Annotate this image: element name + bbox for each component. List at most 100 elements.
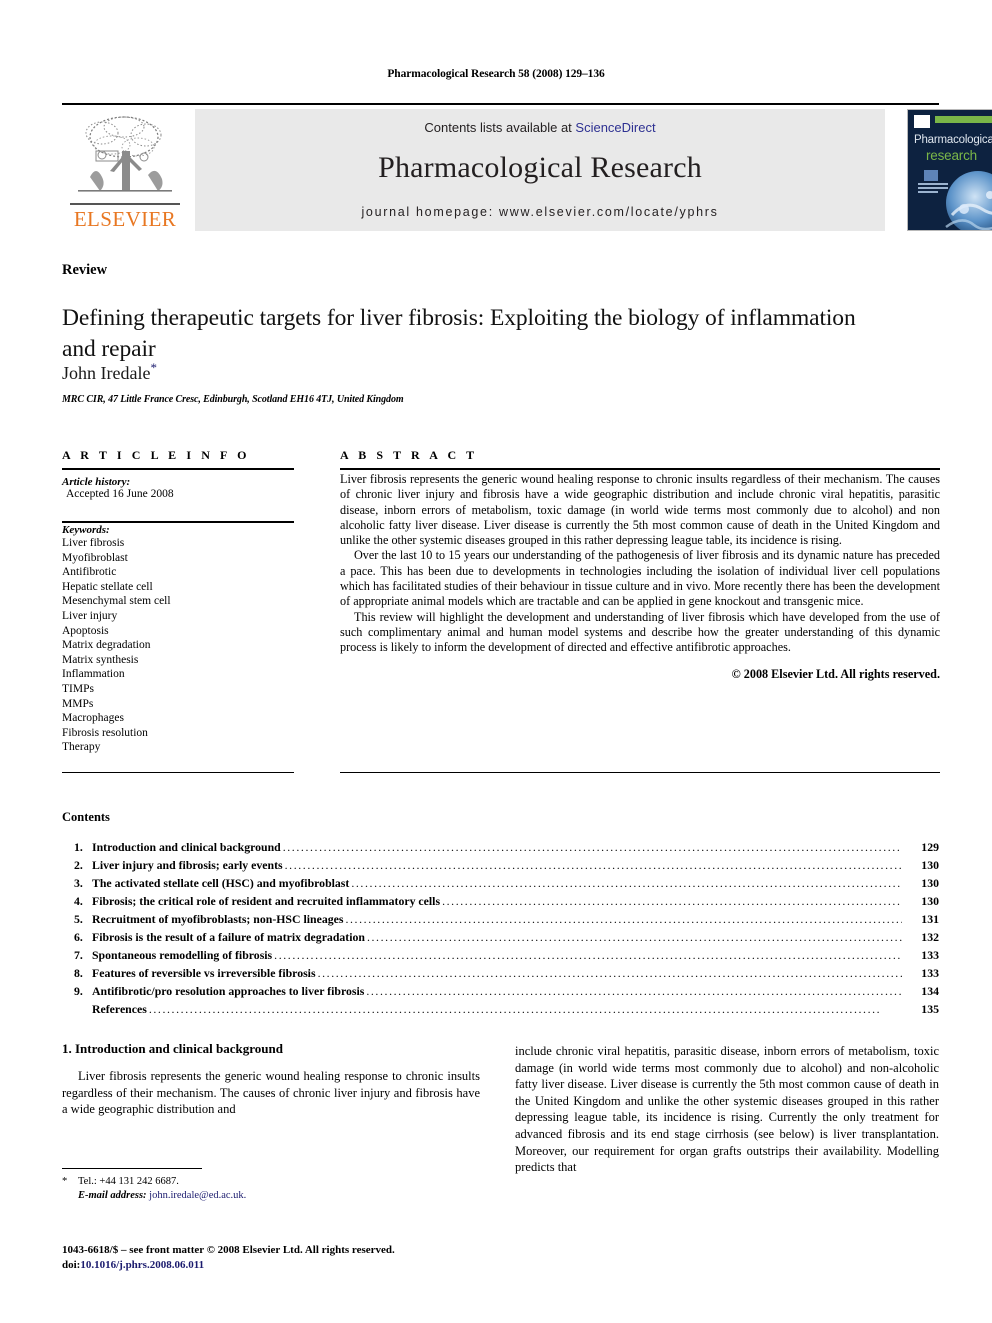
abstract-body: Liver fibrosis represents the generic wo… xyxy=(340,472,940,682)
toc-row[interactable]: 1. Introduction and clinical background … xyxy=(62,838,939,856)
body-column-right: include chronic viral hepatitis, parasit… xyxy=(515,1043,939,1176)
toc-number: 4. xyxy=(74,894,83,908)
toc-leader-dots: ........................................… xyxy=(274,948,902,962)
issn-copyright-line: 1043-6618/$ – see front matter © 2008 El… xyxy=(62,1244,395,1256)
toc-number: 7. xyxy=(74,948,83,962)
cover-badge-glyph xyxy=(924,170,938,181)
author-name: John Iredale* xyxy=(62,360,157,384)
toc-row[interactable]: 7. Spontaneous remodelling of fibrosis .… xyxy=(62,946,939,964)
keyword-item: Myofibroblast xyxy=(62,551,128,564)
keyword-item: Fibrosis resolution xyxy=(62,726,148,739)
toc-leader-dots: ........................................… xyxy=(284,858,902,872)
cover-green-bar xyxy=(935,116,992,123)
keyword-item: Inflammation xyxy=(62,668,125,681)
toc-leader-dots: ........................................… xyxy=(345,912,902,926)
article-history-value: Accepted 16 June 2008 xyxy=(66,488,174,500)
journal-article-page: Pharmacological Research 58 (2008) 129–1… xyxy=(0,0,992,1323)
cover-badge-line-3 xyxy=(918,191,938,193)
toc-row[interactable]: 3. The activated stellate cell (HSC) and… xyxy=(62,874,939,892)
toc-leader-dots: ........................................… xyxy=(442,894,902,908)
toc-number: 9. xyxy=(74,984,83,998)
keyword-item: Macrophages xyxy=(62,712,124,725)
toc-row[interactable]: References .............................… xyxy=(62,1000,939,1018)
toc-label[interactable]: Spontaneous remodelling of fibrosis xyxy=(92,946,272,964)
toc-number: 3. xyxy=(74,876,83,890)
contents-heading: Contents xyxy=(62,810,110,824)
toc-page-number: 133 xyxy=(921,948,939,962)
toc-page-number: 130 xyxy=(921,876,939,890)
toc-row[interactable]: 4. Fibrosis; the critical role of reside… xyxy=(62,892,939,910)
journal-title: Pharmacological Research xyxy=(378,151,702,184)
toc-label[interactable]: Fibrosis; the critical role of resident … xyxy=(92,892,440,910)
footnote-marker: * xyxy=(62,1176,68,1187)
keyword-item: Hepatic stellate cell xyxy=(62,580,153,593)
author-label: John Iredale xyxy=(62,363,151,383)
keyword-item: Apoptosis xyxy=(62,624,109,637)
toc-page-number: 133 xyxy=(921,966,939,980)
toc-row[interactable]: 9. Antifibrotic/pro resolution approache… xyxy=(62,982,939,1000)
abstract-paragraph: This review will highlight the developme… xyxy=(340,609,940,655)
sciencedirect-link[interactable]: ScienceDirect xyxy=(575,120,655,135)
toc-number: 6. xyxy=(74,930,83,944)
toc-page-number: 130 xyxy=(921,858,939,872)
keyword-item: Liver fibrosis xyxy=(62,537,125,549)
toc-number: 1. xyxy=(74,840,83,854)
abstract-rule-top xyxy=(340,468,940,470)
elsevier-wordmark: ELSEVIER xyxy=(73,207,177,231)
toc-leader-dots: ........................................… xyxy=(148,1002,882,1016)
page-footer: 1043-6618/$ – see front matter © 2008 El… xyxy=(62,1243,562,1272)
page-title: Defining therapeutic targets for liver f… xyxy=(62,304,856,362)
keyword-item: Antifibrotic xyxy=(62,566,117,579)
elsevier-logo-rule xyxy=(70,203,180,205)
keyword-item: MMPs xyxy=(62,697,94,710)
journal-masthead: ELSEVIER Contents lists available at Sci… xyxy=(62,103,992,231)
toc-leader-dots: ........................................… xyxy=(351,876,902,890)
abstract-paragraph: Over the last 10 to 15 years our underst… xyxy=(340,548,940,609)
toc-label[interactable]: Antifibrotic/pro resolution approaches t… xyxy=(92,982,364,1000)
toc-label[interactable]: Recruitment of myofibroblasts; non-HSC l… xyxy=(92,910,343,928)
toc-label[interactable]: Liver injury and fibrosis; early events xyxy=(92,856,283,874)
article-info-column: Article history: Accepted 16 June 2008 K… xyxy=(62,470,294,755)
toc-page-number: 134 xyxy=(921,984,939,998)
toc-page-number: 131 xyxy=(921,912,939,926)
body-column-left: Liver fibrosis represents the generic wo… xyxy=(62,1068,480,1118)
footnote-tel-line: * Tel.: +44 131 242 6687. xyxy=(62,1175,482,1189)
toc-row[interactable]: 6. Fibrosis is the result of a failure o… xyxy=(62,928,939,946)
toc-label[interactable]: Features of reversible vs irreversible f… xyxy=(92,964,316,982)
cover-title-line1: Pharmacological xyxy=(914,134,992,146)
doi-link[interactable]: 10.1016/j.phrs.2008.06.011 xyxy=(80,1259,204,1271)
section-heading-introduction: 1. Introduction and clinical background xyxy=(62,1041,283,1056)
keywords-list: Liver fibrosis Myofibroblast Antifibroti… xyxy=(62,536,294,755)
toc-row[interactable]: 8. Features of reversible vs irreversibl… xyxy=(62,964,939,982)
toc-label[interactable]: The activated stellate cell (HSC) and my… xyxy=(92,874,349,892)
toc-row[interactable]: 2. Liver injury and fibrosis; early even… xyxy=(62,856,939,874)
journal-banner: Contents lists available at ScienceDirec… xyxy=(195,109,885,231)
footnote-rule xyxy=(62,1168,202,1169)
keyword-item: Matrix synthesis xyxy=(62,653,139,666)
toc-page-number: 132 xyxy=(921,930,939,944)
toc-number: 8. xyxy=(74,966,83,980)
keyword-item: Matrix degradation xyxy=(62,639,151,652)
toc-leader-dots: ........................................… xyxy=(282,840,902,854)
cover-title-line2: research xyxy=(926,148,977,163)
toc-label[interactable]: Fibrosis is the result of a failure of m… xyxy=(92,928,365,946)
footnote-email-link[interactable]: john.iredale@ed.ac.uk. xyxy=(149,1190,246,1201)
article-info-heading: A R T I C L E I N F O xyxy=(62,448,251,462)
abstract-copyright: © 2008 Elsevier Ltd. All rights reserved… xyxy=(731,666,940,681)
toc-leader-dots: ........................................… xyxy=(366,984,902,998)
body-paragraph: Liver fibrosis represents the generic wo… xyxy=(62,1069,480,1117)
article-history-label: Article history: xyxy=(62,476,131,488)
toc-page-number: 129 xyxy=(921,840,939,854)
author-footnote-marker[interactable]: * xyxy=(150,360,157,375)
toc-number: 5. xyxy=(74,912,83,926)
footnote-email-line: E-mail address: john.iredale@ed.ac.uk. xyxy=(62,1189,482,1203)
toc-label[interactable]: Introduction and clinical background xyxy=(92,838,281,856)
toc-leader-dots: ........................................… xyxy=(317,966,902,980)
abstract-rule-bottom xyxy=(340,772,940,773)
toc-row[interactable]: 5. Recruitment of myofibroblasts; non-HS… xyxy=(62,910,939,928)
journal-homepage-line[interactable]: journal homepage: www.elsevier.com/locat… xyxy=(195,205,885,219)
table-of-contents: 1. Introduction and clinical background … xyxy=(62,838,939,1018)
toc-label[interactable]: References xyxy=(92,1000,147,1018)
toc-page-number: 135 xyxy=(921,1002,939,1016)
cover-artwork-image xyxy=(945,171,992,230)
